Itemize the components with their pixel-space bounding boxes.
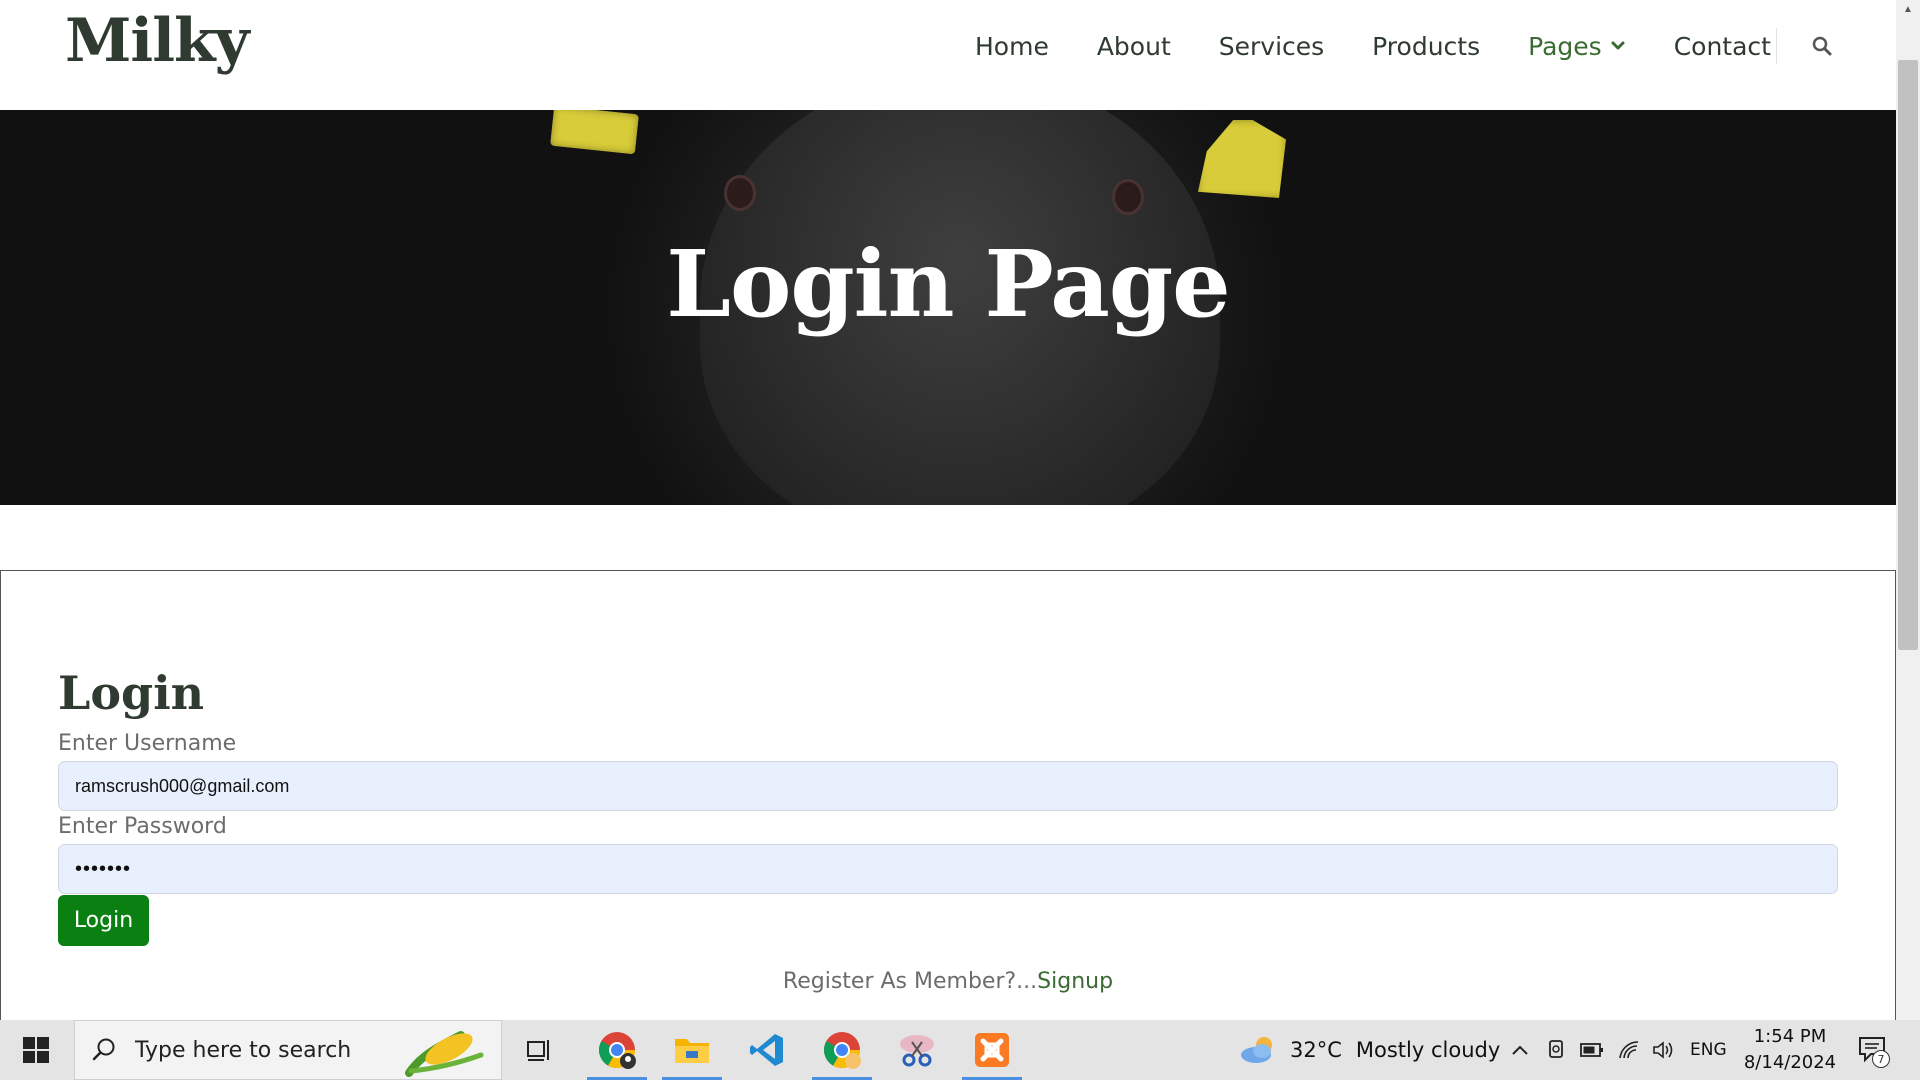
username-value: ramscrush000@gmail.com <box>75 775 290 796</box>
show-hidden-icons-button[interactable] <box>1508 1038 1532 1062</box>
signup-link[interactable]: Signup <box>1037 969 1113 994</box>
search-icon <box>92 1038 115 1061</box>
clock-time: 1:54 PM <box>1753 1026 1827 1047</box>
taskbar-xampp[interactable] <box>962 1020 1022 1080</box>
speaker-icon <box>1653 1041 1673 1059</box>
ear-tag-right <box>1198 120 1286 198</box>
cow-eye-right <box>1115 182 1141 212</box>
register-text: Register As Member?... <box>782 969 1038 994</box>
taskbar-vscode[interactable] <box>737 1020 797 1080</box>
video-device-icon <box>1549 1040 1563 1058</box>
network-button[interactable] <box>1617 1038 1641 1062</box>
battery-icon <box>1580 1043 1603 1057</box>
taskbar-snipping-tool[interactable] <box>887 1020 947 1080</box>
search-placeholder: Type here to search <box>135 1037 352 1063</box>
nav-about[interactable]: About <box>1097 28 1171 64</box>
vscode-icon <box>750 1034 783 1066</box>
cloudy-weather-icon <box>1241 1037 1272 1063</box>
site-header: Milky Home About Services Products Pages… <box>0 0 1896 110</box>
corn-decoration-icon <box>405 1031 484 1077</box>
page-scrollbar[interactable]: ▲ <box>1896 0 1920 1020</box>
scroll-thumb[interactable] <box>1898 60 1918 650</box>
task-view-icon <box>527 1040 549 1061</box>
cow-eye-left <box>727 178 753 208</box>
main-nav: Home About Services Products Pages Conta… <box>975 28 1819 64</box>
snipping-tool-icon <box>900 1035 934 1067</box>
nav-pages-label: Pages <box>1528 31 1602 61</box>
language-indicator[interactable]: ENG <box>1690 1020 1727 1080</box>
weather-description: Mostly cloudy <box>1355 1038 1501 1062</box>
username-input[interactable]: ramscrush000@gmail.com <box>58 761 1838 811</box>
taskbar-file-explorer[interactable] <box>662 1020 722 1080</box>
register-prompt: Register As Member?...Signup <box>1 969 1895 994</box>
xampp-icon <box>975 1033 1009 1067</box>
battery-button[interactable] <box>1580 1038 1604 1062</box>
weather-widget[interactable]: 32°C Mostly cloudy <box>1238 1020 1500 1080</box>
ear-tag-left <box>550 110 639 155</box>
hero-banner: Login Page <box>0 110 1896 505</box>
notification-count-badge: 7 <box>1872 1050 1890 1068</box>
password-value: ••••••• <box>75 857 132 880</box>
chrome-icon <box>823 1032 861 1069</box>
nav-divider <box>1776 28 1777 64</box>
scroll-up-arrow-icon[interactable]: ▲ <box>1896 0 1920 18</box>
login-card: Login Enter Username ramscrush000@gmail.… <box>0 570 1896 1020</box>
page-title: Login Page <box>666 230 1230 338</box>
chevron-up-icon <box>1512 1045 1528 1055</box>
login-heading: Login <box>58 666 205 720</box>
system-clock[interactable]: 1:54 PM 8/14/2024 <box>1740 1024 1840 1076</box>
username-label: Enter Username <box>58 731 237 756</box>
search-icon <box>1812 36 1832 56</box>
wifi-icon <box>1619 1041 1639 1059</box>
nav-products[interactable]: Products <box>1372 28 1480 64</box>
nav-contact[interactable]: Contact <box>1674 28 1771 64</box>
brand-logo[interactable]: Milky <box>65 6 249 76</box>
chevron-down-icon <box>1611 41 1625 50</box>
taskbar-search-box[interactable]: Type here to search <box>74 1020 502 1080</box>
nav-home[interactable]: Home <box>975 28 1049 64</box>
file-explorer-icon <box>675 1039 709 1063</box>
volume-button[interactable] <box>1652 1038 1676 1062</box>
windows-logo-icon <box>23 1037 49 1063</box>
nav-services[interactable]: Services <box>1219 28 1324 64</box>
task-view-button[interactable] <box>510 1020 570 1080</box>
login-button[interactable]: Login <box>58 895 149 946</box>
weather-temperature: 32°C <box>1290 1038 1342 1062</box>
nav-pages-dropdown[interactable]: Pages <box>1528 28 1626 64</box>
taskbar-chrome[interactable] <box>812 1020 872 1080</box>
windows-taskbar: Type here to search 32°C Mostly cloudy E… <box>0 1020 1920 1080</box>
password-label: Enter Password <box>58 814 227 839</box>
taskbar-chrome-profile[interactable] <box>587 1020 647 1080</box>
chrome-profile-icon <box>598 1032 636 1069</box>
meet-now-button[interactable] <box>1545 1038 1569 1062</box>
search-button[interactable] <box>1806 30 1838 62</box>
clock-date: 8/14/2024 <box>1743 1052 1837 1073</box>
password-input[interactable]: ••••••• <box>58 844 1838 894</box>
start-button[interactable] <box>0 1020 72 1080</box>
